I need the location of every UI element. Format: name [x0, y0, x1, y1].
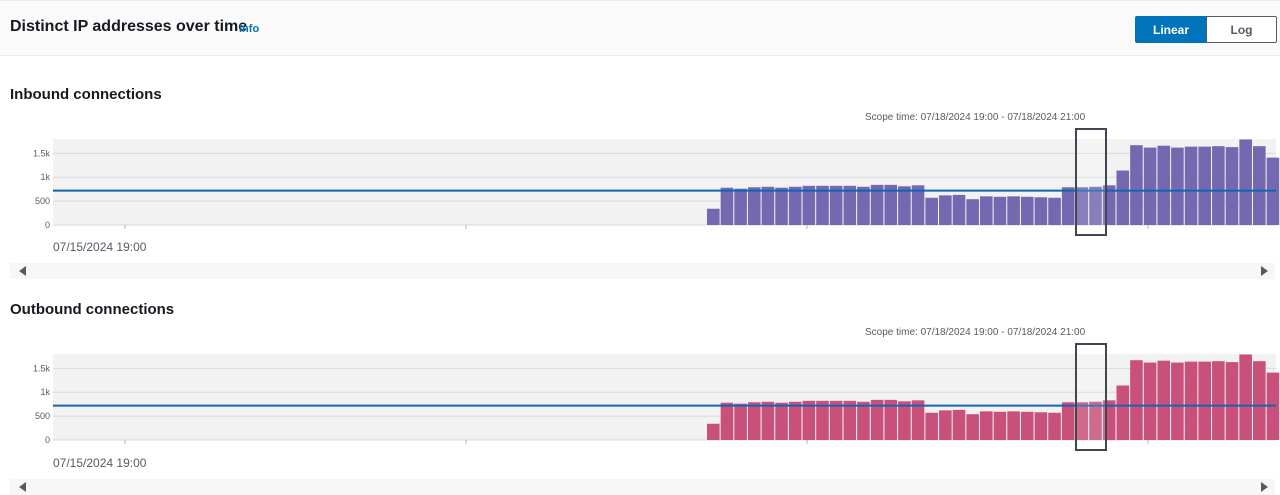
- bar: [1143, 362, 1157, 440]
- bar: [747, 402, 761, 440]
- bar: [1157, 360, 1171, 440]
- bar: [761, 186, 775, 225]
- bar: [1171, 147, 1184, 225]
- bar: [1171, 362, 1184, 440]
- bar: [980, 411, 993, 440]
- scroll-right-icon[interactable]: [1261, 266, 1268, 276]
- bar: [734, 403, 747, 440]
- bar: [1198, 361, 1211, 440]
- bar: [775, 187, 788, 225]
- outbound-section-title: Outbound connections: [10, 301, 175, 318]
- bar: [707, 423, 720, 440]
- log-scale-button[interactable]: Log: [1206, 16, 1277, 43]
- bar: [1253, 361, 1266, 440]
- bar: [980, 196, 993, 225]
- bar: [952, 194, 966, 225]
- bar: [1048, 412, 1061, 440]
- bar: [857, 401, 870, 440]
- bar: [734, 188, 747, 225]
- bar: [720, 187, 734, 225]
- bar: [1007, 411, 1020, 440]
- outbound-scrollbar[interactable]: [10, 479, 1275, 495]
- scope-highlight-box: [1075, 128, 1107, 236]
- bar: [966, 414, 979, 440]
- bar: [816, 185, 829, 225]
- panel-header: Distinct IP addresses over time Info Lin…: [0, 0, 1280, 56]
- bar: [707, 208, 720, 225]
- y-tick-label: 1k: [40, 172, 50, 182]
- bar: [993, 196, 1007, 225]
- bar: [1007, 196, 1020, 225]
- bar: [1225, 147, 1239, 225]
- bar: [788, 186, 802, 225]
- bar: [1061, 402, 1075, 440]
- bar: [1198, 146, 1211, 225]
- outbound-x-axis-label: 07/15/2024 19:00: [53, 456, 147, 470]
- y-tick-label: 1.5k: [33, 148, 51, 158]
- inbound-section-title: Inbound connections: [10, 86, 162, 103]
- bar: [1130, 145, 1143, 225]
- scope-highlight-box: [1075, 343, 1107, 451]
- bar: [1157, 145, 1171, 225]
- inbound-x-axis-label: 07/15/2024 19:00: [53, 240, 147, 254]
- bar: [1034, 412, 1048, 440]
- bar: [1143, 147, 1157, 225]
- bar: [1116, 170, 1130, 225]
- bar: [857, 186, 870, 225]
- scroll-right-icon[interactable]: [1261, 482, 1268, 492]
- linear-scale-button[interactable]: Linear: [1135, 16, 1207, 43]
- bar: [1239, 354, 1252, 440]
- bar: [1239, 139, 1252, 225]
- bar: [1212, 361, 1225, 440]
- bar: [898, 186, 911, 225]
- bar: [1212, 146, 1225, 225]
- inbound-chart: 0 500 1k 1.5k: [33, 128, 1280, 236]
- panel-title: Distinct IP addresses over time: [10, 18, 248, 35]
- bar: [1020, 411, 1034, 440]
- bar: [1020, 196, 1034, 225]
- scroll-left-icon[interactable]: [19, 266, 26, 276]
- y-tick-label: 0: [45, 435, 50, 445]
- bar: [952, 409, 966, 440]
- y-tick-label: 500: [35, 196, 50, 206]
- bar: [939, 410, 952, 440]
- bar: [1116, 385, 1130, 440]
- bar: [843, 400, 857, 440]
- bar: [720, 402, 734, 440]
- bar: [1048, 197, 1061, 225]
- bar: [788, 401, 802, 440]
- bar: [1130, 360, 1143, 440]
- bar: [802, 400, 816, 440]
- inbound-scrollbar[interactable]: [10, 263, 1275, 279]
- outbound-chart: 0 500 1k 1.5k: [33, 343, 1280, 451]
- y-tick-label: 500: [35, 411, 50, 421]
- bar: [829, 185, 843, 225]
- bar: [966, 199, 979, 225]
- info-link[interactable]: Info: [239, 23, 259, 35]
- y-tick-label: 0: [45, 220, 50, 230]
- bar: [1061, 187, 1075, 225]
- inbound-scope-time: Scope time: 07/18/2024 19:00 - 07/18/202…: [865, 112, 1086, 123]
- bar: [993, 411, 1007, 440]
- bar: [802, 185, 816, 225]
- bar: [775, 402, 788, 440]
- outbound-scope-time: Scope time: 07/18/2024 19:00 - 07/18/202…: [865, 327, 1086, 338]
- y-tick-label: 1.5k: [33, 363, 51, 373]
- bar: [761, 401, 775, 440]
- bar: [1225, 362, 1239, 440]
- bar: [747, 187, 761, 225]
- bar: [843, 185, 857, 225]
- bar: [829, 400, 843, 440]
- bar: [898, 401, 911, 440]
- scroll-left-icon[interactable]: [19, 482, 26, 492]
- bar: [925, 197, 938, 225]
- bar: [925, 412, 938, 440]
- bar: [1253, 146, 1266, 225]
- bar: [1184, 361, 1198, 440]
- bar: [1034, 197, 1048, 225]
- bar: [816, 400, 829, 440]
- bar: [1184, 146, 1198, 225]
- y-tick-label: 1k: [40, 387, 50, 397]
- bar: [939, 195, 952, 225]
